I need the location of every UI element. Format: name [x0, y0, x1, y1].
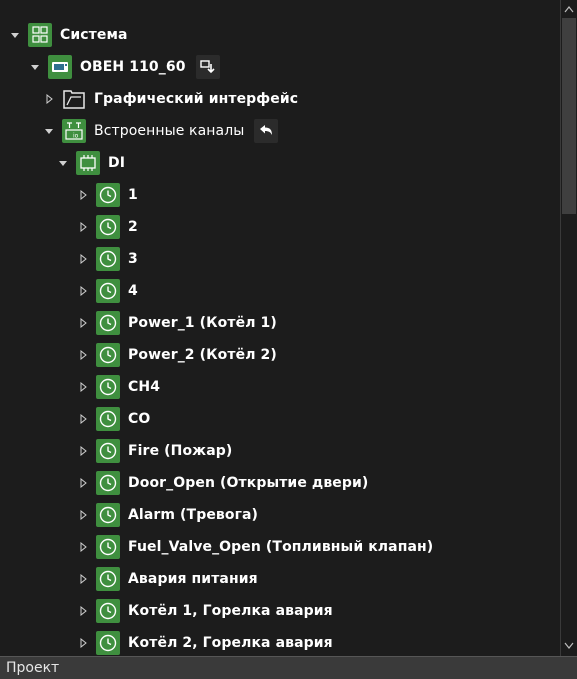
- channel-clock-icon: [96, 439, 120, 463]
- undo-arrow-icon[interactable]: [254, 119, 279, 143]
- tree-item-system[interactable]: Система: [8, 21, 128, 49]
- tree-item-label: DI: [108, 155, 126, 171]
- expand-arrow-icon[interactable]: [76, 412, 90, 426]
- project-tree: Система ОВЕН 110_60 Графический интерфей…: [0, 0, 561, 656]
- channel-clock-icon: [96, 567, 120, 591]
- expand-arrow-icon[interactable]: [76, 604, 90, 618]
- expand-arrow-icon[interactable]: [76, 540, 90, 554]
- tree-item-label: 3: [128, 251, 138, 267]
- tree-item-built-in-channels[interactable]: io Встроенные каналы: [42, 117, 279, 145]
- expand-arrow-icon[interactable]: [76, 220, 90, 234]
- channel-clock-icon: [96, 375, 120, 399]
- expand-arrow-icon[interactable]: [76, 636, 90, 650]
- channel-clock-icon: [96, 631, 120, 655]
- digital-input-chip-icon: [76, 151, 100, 175]
- tree-item-oven-plc[interactable]: ОВЕН 110_60: [28, 53, 220, 81]
- tree-item-channel[interactable]: Котёл 1, Горелка авария: [76, 597, 333, 625]
- expand-arrow-icon[interactable]: [76, 476, 90, 490]
- tree-item-channel[interactable]: CH4: [76, 373, 160, 401]
- tree-item-label: CO: [128, 411, 151, 427]
- channel-clock-icon: [96, 183, 120, 207]
- channel-clock-icon: [96, 279, 120, 303]
- tree-item-channel[interactable]: 4: [76, 277, 138, 305]
- tree-item-channel[interactable]: 1: [76, 181, 138, 209]
- collapse-arrow-icon[interactable]: [56, 156, 70, 170]
- tree-item-channel[interactable]: Авария питания: [76, 565, 258, 593]
- svg-text:io: io: [73, 133, 79, 140]
- tree-item-label: 2: [128, 219, 138, 235]
- tree-item-channel[interactable]: Door_Open (Открытие двери): [76, 469, 368, 497]
- tree-item-label: Door_Open (Открытие двери): [128, 475, 369, 491]
- channel-clock-icon: [96, 311, 120, 335]
- tree-item-label: Котёл 1, Горелка авария: [128, 603, 333, 619]
- expand-arrow-icon[interactable]: [76, 508, 90, 522]
- tree-item-label: ОВЕН 110_60: [80, 59, 186, 75]
- project-tree-panel: Система ОВЕН 110_60 Графический интерфей…: [0, 0, 577, 679]
- plc-device-icon: [48, 55, 72, 79]
- tree-item-label: 1: [128, 187, 138, 203]
- scroll-thumb[interactable]: [562, 18, 576, 214]
- channel-clock-icon: [96, 407, 120, 431]
- tree-item-graphics-interface[interactable]: Графический интерфейс: [42, 85, 298, 113]
- built-in-channels-icon: io: [62, 119, 86, 143]
- tree-item-channel[interactable]: 2: [76, 213, 138, 241]
- tree-item-label: Power_2 (Котёл 2): [128, 347, 277, 363]
- expand-arrow-icon[interactable]: [76, 380, 90, 394]
- channel-clock-icon: [96, 343, 120, 367]
- panel-title-bar: Проект: [0, 656, 577, 679]
- tree-item-channel[interactable]: Power_2 (Котёл 2): [76, 341, 277, 369]
- tree-item-label: Котёл 2, Горелка авария: [128, 635, 333, 651]
- scroll-down-arrow-icon[interactable]: [563, 640, 575, 652]
- tree-item-label: 4: [128, 283, 138, 299]
- tree-item-channel[interactable]: Котёл 2, Горелка авария: [76, 629, 333, 656]
- tree-item-label: Встроенные каналы: [94, 123, 245, 139]
- collapse-arrow-icon[interactable]: [8, 28, 22, 42]
- tree-item-label: Fire (Пожар): [128, 443, 233, 459]
- tree-item-channel[interactable]: Power_1 (Котёл 1): [76, 309, 277, 337]
- tree-item-channel[interactable]: 3: [76, 245, 138, 273]
- tree-item-label: Fuel_Valve_Open (Топливный клапан): [128, 539, 434, 555]
- tree-item-channel[interactable]: Fire (Пожар): [76, 437, 232, 465]
- scroll-up-arrow-icon[interactable]: [563, 3, 575, 15]
- tree-item-channel[interactable]: CO: [76, 405, 150, 433]
- channel-clock-icon: [96, 599, 120, 623]
- tree-item-di[interactable]: DI: [56, 149, 125, 177]
- tree-item-label: Авария питания: [128, 571, 258, 587]
- expand-arrow-icon[interactable]: [76, 284, 90, 298]
- panel-title: Проект: [6, 660, 60, 676]
- collapse-arrow-icon[interactable]: [42, 124, 56, 138]
- collapse-arrow-icon[interactable]: [28, 60, 42, 74]
- graphics-interface-icon: [62, 87, 86, 111]
- tree-item-label: Графический интерфейс: [94, 91, 299, 107]
- tree-item-label: Система: [60, 27, 128, 43]
- expand-arrow-icon[interactable]: [42, 92, 56, 106]
- expand-arrow-icon[interactable]: [76, 316, 90, 330]
- channel-clock-icon: [96, 215, 120, 239]
- channel-clock-icon: [96, 503, 120, 527]
- tree-item-label: Alarm (Тревога): [128, 507, 259, 523]
- export-download-icon[interactable]: [195, 55, 220, 79]
- system-icon: [28, 23, 52, 47]
- expand-arrow-icon[interactable]: [76, 572, 90, 586]
- tree-item-channel[interactable]: Fuel_Valve_Open (Топливный клапан): [76, 533, 433, 561]
- expand-arrow-icon[interactable]: [76, 252, 90, 266]
- expand-arrow-icon[interactable]: [76, 348, 90, 362]
- channel-clock-icon: [96, 535, 120, 559]
- tree-item-label: CH4: [128, 379, 161, 395]
- expand-arrow-icon[interactable]: [76, 188, 90, 202]
- channel-clock-icon: [96, 471, 120, 495]
- expand-arrow-icon[interactable]: [76, 444, 90, 458]
- tree-item-channel[interactable]: Alarm (Тревога): [76, 501, 258, 529]
- channel-clock-icon: [96, 247, 120, 271]
- vertical-scrollbar[interactable]: [561, 0, 577, 656]
- tree-item-label: Power_1 (Котёл 1): [128, 315, 277, 331]
